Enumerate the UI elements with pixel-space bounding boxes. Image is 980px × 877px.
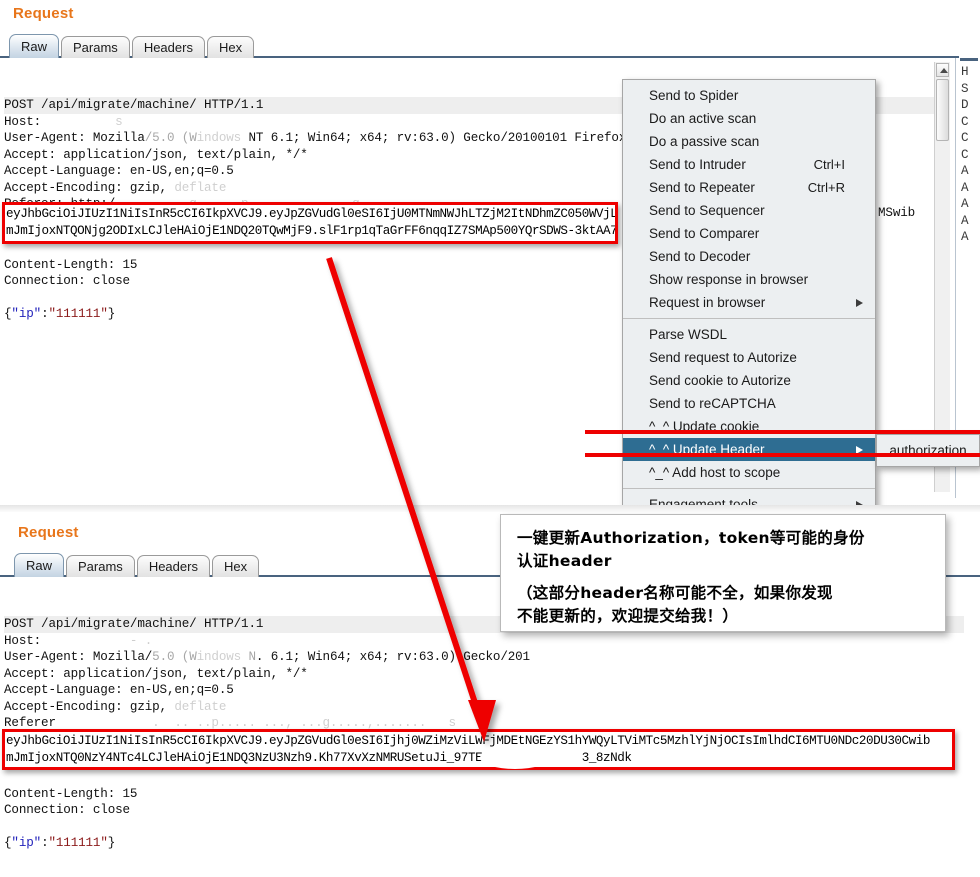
top-panel-tabstrip: Raw Params Headers Hex: [0, 31, 959, 58]
sliver-request-text: H S D C C C A A A A A: [961, 65, 969, 244]
header-accept: Accept: application/json, text/plain, */…: [4, 666, 308, 681]
top-panel-vertical-scrollbar[interactable]: [934, 62, 950, 492]
body-value: "111111": [48, 307, 108, 321]
jwt-line-2: mJmIjoxNTQ0NzY4NTc4LCJleHAiOjE1NDQ3NzU3N…: [6, 750, 632, 765]
header-accept-encoding: Accept-Encoding: gzip, deflate: [4, 180, 227, 195]
menu-separator: [623, 318, 875, 319]
menu-item-parse-wsdl[interactable]: Parse WSDL: [623, 323, 875, 346]
menu-item-send-to-intruder[interactable]: Send to Intruder Ctrl+I: [623, 153, 875, 176]
annotation-paragraph-1: 一键更新Authorization，token等可能的身份 认证header: [517, 529, 865, 570]
menu-item-send-cookie-to-autorize[interactable]: Send cookie to Autorize: [623, 369, 875, 392]
menu-item-do-a-passive-scan[interactable]: Do a passive scan: [623, 130, 875, 153]
menu-item-send-to-decoder[interactable]: Send to Decoder: [623, 245, 875, 268]
menu-item-do-an-active-scan[interactable]: Do an active scan: [623, 107, 875, 130]
header-content-length: Content-Length: 15: [4, 786, 138, 801]
header-user-agent: User-Agent: Mozilla/5.0 (Windows N. 6.1;…: [4, 650, 530, 664]
header-host: Host:: [4, 114, 42, 129]
header-accept-encoding: Accept-Encoding: gzip, deflate: [4, 699, 227, 714]
menu-item-send-to-spider[interactable]: Send to Spider: [623, 84, 875, 107]
menu-separator: [623, 488, 875, 489]
header-accept: Accept: application/json, text/plain, */…: [4, 147, 308, 162]
tab-params[interactable]: Params: [66, 555, 135, 577]
annotation-paragraph-2: （这部分header名称可能不全，如果你发现 不能更新的，欢迎提交给我！）: [517, 584, 833, 625]
tab-headers[interactable]: Headers: [131, 36, 205, 58]
tab-hex[interactable]: Hex: [206, 36, 255, 58]
top-jwt-tail-text: MSwib: [878, 206, 916, 220]
menu-item-add-host-to-scope[interactable]: ^_^ Add host to scope: [623, 461, 875, 484]
tab-raw[interactable]: Raw: [9, 34, 60, 58]
scrollbar-thumb[interactable]: [936, 79, 949, 141]
chinese-annotation-callout: 一键更新Authorization，token等可能的身份 认证header （这…: [500, 514, 946, 632]
menu-item-send-to-comparer[interactable]: Send to Comparer: [623, 222, 875, 245]
header-referer: Referer . .. ..p..... ..., ...g.....,...…: [4, 716, 456, 730]
menu-item-send-request-to-autorize[interactable]: Send request to Autorize: [623, 346, 875, 369]
tab-raw[interactable]: Raw: [14, 553, 65, 577]
tab-params[interactable]: Params: [61, 36, 130, 58]
menu-item-update-header[interactable]: ^_^ Update Header: [623, 438, 875, 461]
update-header-submenu[interactable]: authorization: [876, 434, 980, 467]
top-raw-request-tail[interactable]: Content-Length: 15 Connection: close {"i…: [4, 240, 624, 339]
highlight-rule-bottom: [585, 453, 980, 457]
header-host: Host:: [4, 633, 42, 648]
menu-item-send-to-sequencer[interactable]: Send to Sequencer: [623, 199, 875, 222]
scroll-up-arrow-icon[interactable]: [936, 63, 949, 77]
body-value: "111111": [48, 836, 108, 850]
menu-accel-repeater: Ctrl+R: [807, 180, 845, 195]
tab-hex[interactable]: Hex: [211, 555, 260, 577]
header-content-length: Content-Length: 15: [4, 257, 138, 272]
header-accept-language: Accept-Language: en-US,en;q=0.5: [4, 164, 234, 178]
top-jwt-highlight-box: eyJhbGciOiJIUzI1NiIsInR5cCI6IkpXVCJ9.eyJ…: [2, 202, 618, 244]
body-key: "ip": [11, 307, 42, 321]
bottom-jwt-highlight-box: eyJhbGciOiJIUzI1NiIsInR5cCI6IkpXVCJ9.eyJ…: [2, 729, 955, 770]
request-body: {"ip":"111111"}: [4, 307, 116, 321]
highlight-rule-top: [585, 430, 980, 434]
menu-item-send-to-repeater[interactable]: Send to Repeater Ctrl+R: [623, 176, 875, 199]
tab-headers[interactable]: Headers: [136, 555, 210, 577]
menu-item-send-to-recaptcha[interactable]: Send to reCAPTCHA: [623, 392, 875, 415]
top-panel-title: Request: [13, 5, 74, 22]
header-user-agent: User-Agent: Mozilla/5.0 (Windows NT 6.1;…: [4, 131, 664, 145]
menu-item-show-response-in-browser[interactable]: Show response in browser: [623, 268, 875, 291]
jwt-line-1: eyJhbGciOiJIUzI1NiIsInR5cCI6IkpXVCJ9.eyJ…: [6, 207, 615, 221]
body-key: "ip": [11, 836, 42, 850]
menu-item-update-cookie[interactable]: ^_^ Update cookie: [623, 415, 875, 438]
header-connection: Connection: close: [4, 803, 130, 817]
submenu-item-authorization[interactable]: authorization: [877, 439, 979, 462]
chevron-right-icon: [856, 299, 863, 307]
bottom-panel-title: Request: [18, 524, 79, 541]
sliver-tab-underline: [960, 58, 978, 61]
request-body: {"ip":"111111"}: [4, 836, 116, 850]
header-accept-language: Accept-Language: en-US,en;q=0.5: [4, 683, 234, 697]
menu-accel-intruder: Ctrl+I: [813, 157, 845, 172]
header-connection: Connection: close: [4, 274, 130, 288]
jwt-line-2: mJmIjoxNTQONjg2ODIxLCJleHAiOjE1NDQ20TQwM…: [6, 223, 615, 238]
menu-item-request-in-browser[interactable]: Request in browser: [623, 291, 875, 314]
redaction-blob: [480, 747, 550, 769]
jwt-line-1: eyJhbGciOiJIUzI1NiIsInR5cCI6IkpXVCJ9.eyJ…: [6, 734, 930, 748]
bottom-request-tail-lines[interactable]: Content-Length: 15 Connection: close {"i…: [4, 769, 137, 868]
